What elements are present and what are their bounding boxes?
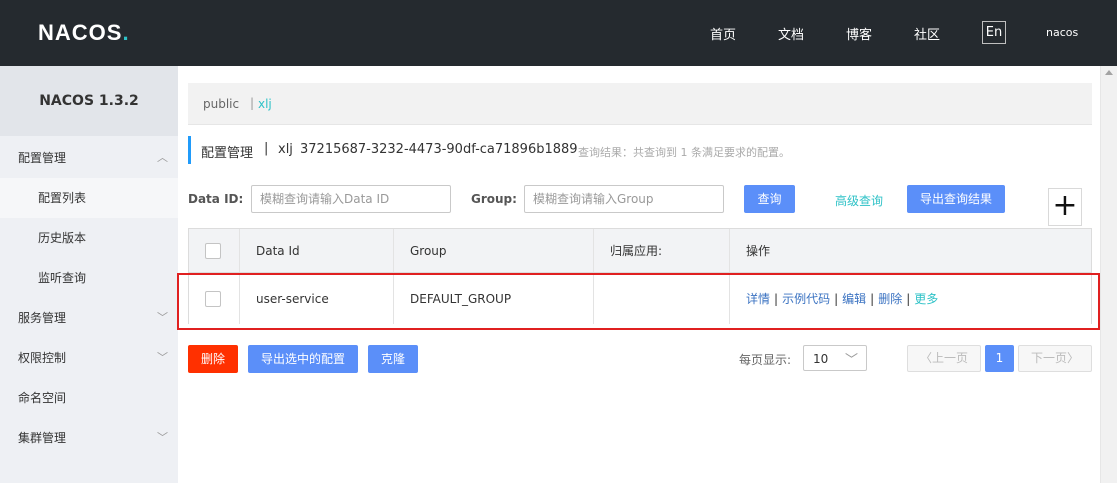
sidebar-item-cluster-management[interactable]: 集群管理 ﹀ xyxy=(0,418,178,458)
export-selected-button[interactable]: 导出选中的配置 xyxy=(248,345,358,373)
column-header-data-id[interactable]: Data Id xyxy=(240,229,394,272)
title-accent-bar xyxy=(188,136,191,164)
title-namespace: xlj xyxy=(278,142,293,157)
chevron-down-icon: ﹀ xyxy=(157,311,168,324)
top-navbar: NACOS. 首页 文档 博客 社区 En nacos xyxy=(0,0,1117,66)
vertical-scrollbar[interactable] xyxy=(1100,66,1117,483)
sidebar-item-service-management[interactable]: 服务管理 ﹀ xyxy=(0,298,178,338)
chevron-down-icon: ﹀ xyxy=(157,431,168,444)
scroll-up-arrow-icon[interactable] xyxy=(1105,70,1113,75)
page-size-value: 10 xyxy=(813,352,829,366)
clone-button[interactable]: 克隆 xyxy=(368,345,418,373)
plus-icon: + xyxy=(1052,188,1078,223)
chevron-up-icon: ︿ xyxy=(157,151,168,164)
sidebar-item-label: 配置列表 xyxy=(38,191,87,205)
sidebar-item-label: 配置管理 xyxy=(18,151,67,165)
sidebar-item-access-control[interactable]: 权限控制 ﹀ xyxy=(0,338,178,378)
row-highlight-box xyxy=(177,273,1100,330)
sidebar-item-label: 集群管理 xyxy=(18,431,67,445)
nav-docs[interactable]: 文档 xyxy=(778,24,804,43)
sidebar-item-label: 服务管理 xyxy=(18,311,67,325)
nav-blog[interactable]: 博客 xyxy=(846,24,872,43)
version-title: NACOS 1.3.2 xyxy=(0,66,178,136)
query-result-hint: 查询结果：共查询到 1 条满足要求的配置。 xyxy=(578,146,790,159)
sidebar: NACOS 1.3.2 配置管理 ︿ 配置列表 历史版本 监听查询 服务管理 ﹀… xyxy=(0,66,178,483)
next-page-button[interactable]: 下一页〉 xyxy=(1018,345,1092,372)
namespace-current-link[interactable]: xlj xyxy=(258,97,272,111)
chevron-left-icon: 〈 xyxy=(919,351,932,365)
user-name[interactable]: nacos xyxy=(1046,26,1078,39)
export-query-results-button[interactable]: 导出查询结果 xyxy=(907,185,1005,213)
page-title: 配置管理 xyxy=(201,146,254,161)
group-input[interactable] xyxy=(524,185,724,213)
page-size-label: 每页显示: xyxy=(739,353,792,367)
namespace-bar: public | xlj xyxy=(188,83,1092,125)
sidebar-item-listener-query[interactable]: 监听查询 xyxy=(0,258,178,298)
sidebar-item-label: 历史版本 xyxy=(38,231,87,245)
chevron-down-icon: ﹀ xyxy=(157,351,168,364)
sidebar-item-label: 监听查询 xyxy=(38,271,87,285)
page-number-button[interactable]: 1 xyxy=(985,345,1014,372)
nav-community[interactable]: 社区 xyxy=(914,24,940,43)
nacos-logo[interactable]: NACOS. xyxy=(38,20,130,46)
data-id-label: Data ID: xyxy=(188,192,244,206)
group-label: Group: xyxy=(471,192,517,206)
title-namespace-id: 37215687-3232-4473-90df-ca71896b1889 xyxy=(300,142,578,157)
namespace-public-link[interactable]: public xyxy=(203,97,239,111)
sidebar-item-config-management[interactable]: 配置管理 ︿ xyxy=(0,138,178,178)
delete-button[interactable]: 删除 xyxy=(188,345,238,373)
sidebar-item-config-list[interactable]: 配置列表 xyxy=(0,178,178,218)
column-header-actions: 操作 xyxy=(746,244,771,258)
advanced-query-link[interactable]: 高级查询 xyxy=(835,192,883,209)
nav-home[interactable]: 首页 xyxy=(710,24,736,43)
header-checkbox-cell xyxy=(189,229,240,272)
title-separator: | xyxy=(264,141,269,156)
page-size-select[interactable]: 10 ﹀ xyxy=(803,345,867,371)
select-all-checkbox[interactable] xyxy=(205,243,221,259)
next-page-label: 下一页 xyxy=(1030,351,1067,365)
sidebar-item-namespace[interactable]: 命名空间 xyxy=(0,378,178,418)
column-header-app[interactable]: 归属应用: xyxy=(594,229,730,272)
namespace-separator: | xyxy=(250,96,255,110)
language-switch-button[interactable]: En xyxy=(982,21,1006,44)
column-header-group[interactable]: Group xyxy=(394,229,594,272)
sidebar-item-label: 命名空间 xyxy=(18,391,67,405)
query-button[interactable]: 查询 xyxy=(744,185,795,213)
prev-page-label: 上一页 xyxy=(932,351,969,365)
data-id-input[interactable] xyxy=(251,185,451,213)
add-config-button[interactable]: + xyxy=(1048,188,1082,226)
prev-page-button[interactable]: 〈上一页 xyxy=(907,345,981,372)
table-header: Data Id Group 归属应用: 操作 xyxy=(189,229,1091,273)
chevron-right-icon: 〉 xyxy=(1067,351,1080,365)
sidebar-item-label: 权限控制 xyxy=(18,351,67,365)
sidebar-item-history[interactable]: 历史版本 xyxy=(0,218,178,258)
chevron-down-icon: ﹀ xyxy=(844,353,858,368)
